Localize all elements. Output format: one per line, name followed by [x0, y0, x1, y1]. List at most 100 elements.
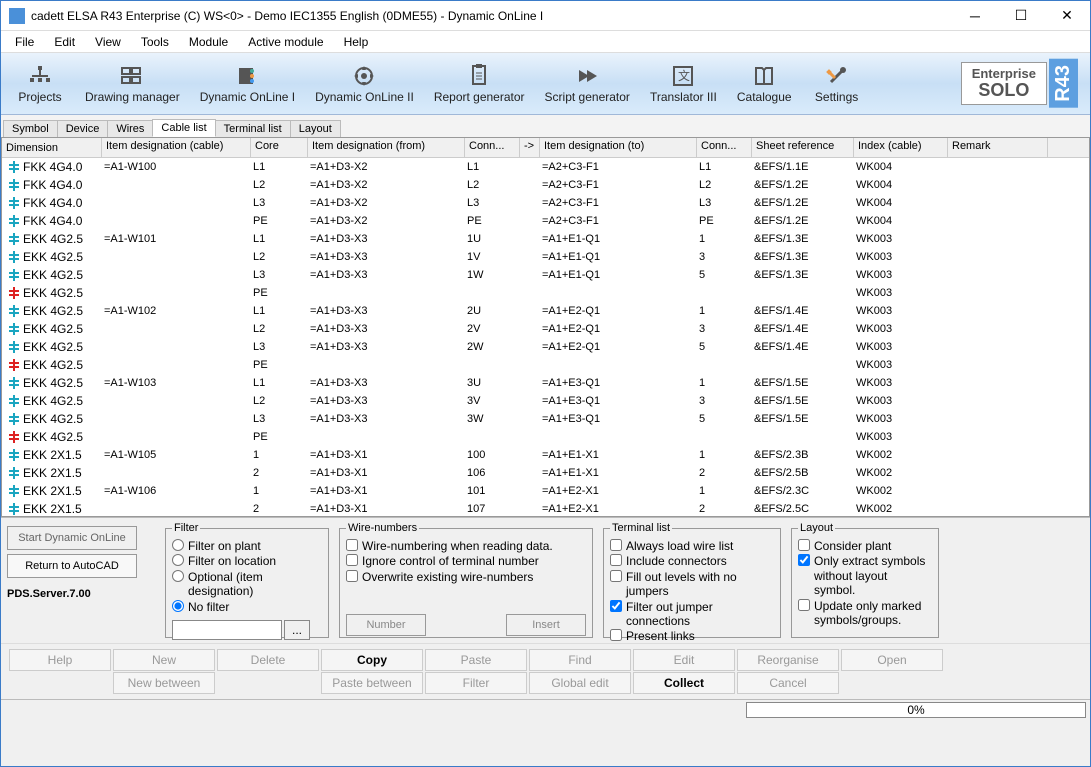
menu-module[interactable]: Module	[179, 33, 238, 51]
filter-option[interactable]: Filter on location	[172, 554, 322, 568]
column-header[interactable]: Item designation (to)	[540, 138, 697, 157]
toolbar-dol1-button[interactable]: Dynamic OnLine I	[190, 56, 305, 112]
column-header[interactable]: Index (cable)	[854, 138, 948, 157]
filter-radio[interactable]	[172, 570, 184, 582]
cancel-button[interactable]: Cancel	[737, 672, 839, 694]
terminal-option[interactable]: Filter out jumper connections	[610, 600, 774, 629]
layout-checkbox[interactable]	[798, 599, 810, 611]
filter-radio[interactable]	[172, 554, 184, 566]
paste-button[interactable]: Paste	[425, 649, 527, 671]
tab-device[interactable]: Device	[57, 120, 109, 137]
toolbar-catalogue-button[interactable]: Catalogue	[727, 56, 802, 112]
table-row[interactable]: EKK 4G2.5L2=A1+D3-X32V=A1+E2-Q13&EFS/1.4…	[2, 320, 1089, 338]
table-row[interactable]: EKK 4G2.5L2=A1+D3-X31V=A1+E1-Q13&EFS/1.3…	[2, 248, 1089, 266]
paste-between-button[interactable]: Paste between	[321, 672, 423, 694]
column-header[interactable]: Conn...	[697, 138, 752, 157]
grid-body[interactable]: FKK 4G4.0=A1-W100L1=A1+D3-X2L1=A2+C3-F1L…	[2, 158, 1089, 516]
layout-option[interactable]: Only extract symbols without layout symb…	[798, 554, 932, 597]
column-header[interactable]: Conn...	[465, 138, 520, 157]
filter-radio[interactable]	[172, 600, 184, 612]
filter-browse-button[interactable]: ...	[284, 620, 310, 640]
table-row[interactable]: FKK 4G4.0L2=A1+D3-X2L2=A2+C3-F1L2&EFS/1.…	[2, 176, 1089, 194]
terminal-option[interactable]: Include connectors	[610, 554, 774, 568]
filter-radio[interactable]	[172, 539, 184, 551]
table-row[interactable]: EKK 2X1.5=A1-W1061=A1+D3-X1101=A1+E2-X11…	[2, 482, 1089, 500]
return-to-autocad-button[interactable]: Return to AutoCAD	[7, 554, 137, 578]
start-dynamic-online-button[interactable]: Start Dynamic OnLine	[7, 526, 137, 550]
tab-symbol[interactable]: Symbol	[3, 120, 58, 137]
filter-input[interactable]	[172, 620, 282, 640]
table-row[interactable]: EKK 4G2.5PEWK003	[2, 284, 1089, 302]
find-button[interactable]: Find	[529, 649, 631, 671]
terminal-option[interactable]: Present links	[610, 629, 774, 643]
toolbar-settings-button[interactable]: Settings	[802, 56, 872, 112]
terminal-checkbox[interactable]	[610, 600, 622, 612]
wire-option[interactable]: Ignore control of terminal number	[346, 554, 586, 568]
open-button[interactable]: Open	[841, 649, 943, 671]
tab-terminal-list[interactable]: Terminal list	[215, 120, 291, 137]
wire-checkbox[interactable]	[346, 539, 358, 551]
menu-tools[interactable]: Tools	[131, 33, 179, 51]
column-header[interactable]: Item designation (from)	[308, 138, 465, 157]
table-row[interactable]: EKK 4G2.5L3=A1+D3-X32W=A1+E2-Q15&EFS/1.4…	[2, 338, 1089, 356]
tab-cable-list[interactable]: Cable list	[152, 119, 215, 137]
table-row[interactable]: EKK 4G2.5=A1-W103L1=A1+D3-X33U=A1+E3-Q11…	[2, 374, 1089, 392]
table-row[interactable]: EKK 4G2.5PEWK003	[2, 428, 1089, 446]
table-row[interactable]: EKK 4G2.5=A1-W101L1=A1+D3-X31U=A1+E1-Q11…	[2, 230, 1089, 248]
table-row[interactable]: FKK 4G4.0L3=A1+D3-X2L3=A2+C3-F1L3&EFS/1.…	[2, 194, 1089, 212]
terminal-checkbox[interactable]	[610, 539, 622, 551]
reorganise-button[interactable]: Reorganise	[737, 649, 839, 671]
menu-view[interactable]: View	[85, 33, 131, 51]
layout-checkbox[interactable]	[798, 539, 810, 551]
terminal-checkbox[interactable]	[610, 554, 622, 566]
new-button[interactable]: New	[113, 649, 215, 671]
collect-button[interactable]: Collect	[633, 672, 735, 694]
toolbar-drawing-button[interactable]: Drawing manager	[75, 56, 190, 112]
menu-edit[interactable]: Edit	[44, 33, 85, 51]
insert-button[interactable]: Insert	[506, 614, 586, 636]
table-row[interactable]: EKK 2X1.52=A1+D3-X1107=A1+E2-X12&EFS/2.5…	[2, 500, 1089, 516]
menu-active-module[interactable]: Active module	[238, 33, 333, 51]
help-button[interactable]: Help	[9, 649, 111, 671]
toolbar-script-button[interactable]: Script generator	[535, 56, 640, 112]
maximize-button[interactable]: ☐	[998, 1, 1044, 31]
tab-layout[interactable]: Layout	[290, 120, 341, 137]
terminal-checkbox[interactable]	[610, 570, 622, 582]
wire-checkbox[interactable]	[346, 554, 358, 566]
copy-button[interactable]: Copy	[321, 649, 423, 671]
number-button[interactable]: Number	[346, 614, 426, 636]
table-row[interactable]: EKK 4G2.5L3=A1+D3-X31W=A1+E1-Q15&EFS/1.3…	[2, 266, 1089, 284]
wire-option[interactable]: Wire-numbering when reading data.	[346, 539, 586, 553]
table-row[interactable]: EKK 2X1.52=A1+D3-X1106=A1+E1-X12&EFS/2.5…	[2, 464, 1089, 482]
layout-option[interactable]: Update only marked symbols/groups.	[798, 599, 932, 628]
table-row[interactable]: EKK 4G2.5PEWK003	[2, 356, 1089, 374]
table-row[interactable]: EKK 4G2.5L3=A1+D3-X33W=A1+E3-Q15&EFS/1.5…	[2, 410, 1089, 428]
toolbar-projects-button[interactable]: Projects	[5, 56, 75, 112]
column-header[interactable]: Core	[251, 138, 308, 157]
column-header[interactable]: Remark	[948, 138, 1048, 157]
filter-option[interactable]: Optional (item designation)	[172, 570, 322, 599]
terminal-option[interactable]: Always load wire list	[610, 539, 774, 553]
toolbar-translator-button[interactable]: 文Translator III	[640, 56, 727, 112]
column-header[interactable]: Dimension	[2, 138, 102, 157]
terminal-option[interactable]: Fill out levels with no jumpers	[610, 570, 774, 599]
table-row[interactable]: EKK 4G2.5L2=A1+D3-X33V=A1+E3-Q13&EFS/1.5…	[2, 392, 1089, 410]
table-row[interactable]: FKK 4G4.0=A1-W100L1=A1+D3-X2L1=A2+C3-F1L…	[2, 158, 1089, 176]
table-row[interactable]: EKK 2X1.5=A1-W1051=A1+D3-X1100=A1+E1-X11…	[2, 446, 1089, 464]
table-row[interactable]: EKK 4G2.5=A1-W102L1=A1+D3-X32U=A1+E2-Q11…	[2, 302, 1089, 320]
filter-button[interactable]: Filter	[425, 672, 527, 694]
filter-option[interactable]: No filter	[172, 600, 322, 614]
close-button[interactable]: ✕	[1044, 1, 1090, 31]
toolbar-report-button[interactable]: Report generator	[424, 56, 535, 112]
table-row[interactable]: FKK 4G4.0PE=A1+D3-X2PE=A2+C3-F1PE&EFS/1.…	[2, 212, 1089, 230]
layout-option[interactable]: Consider plant	[798, 539, 932, 553]
terminal-checkbox[interactable]	[610, 629, 622, 641]
global-edit-button[interactable]: Global edit	[529, 672, 631, 694]
filter-option[interactable]: Filter on plant	[172, 539, 322, 553]
delete-button[interactable]: Delete	[217, 649, 319, 671]
wire-checkbox[interactable]	[346, 570, 358, 582]
layout-checkbox[interactable]	[798, 554, 810, 566]
menu-file[interactable]: File	[5, 33, 44, 51]
wire-option[interactable]: Overwrite existing wire-numbers	[346, 570, 586, 584]
column-header[interactable]: Sheet reference	[752, 138, 854, 157]
